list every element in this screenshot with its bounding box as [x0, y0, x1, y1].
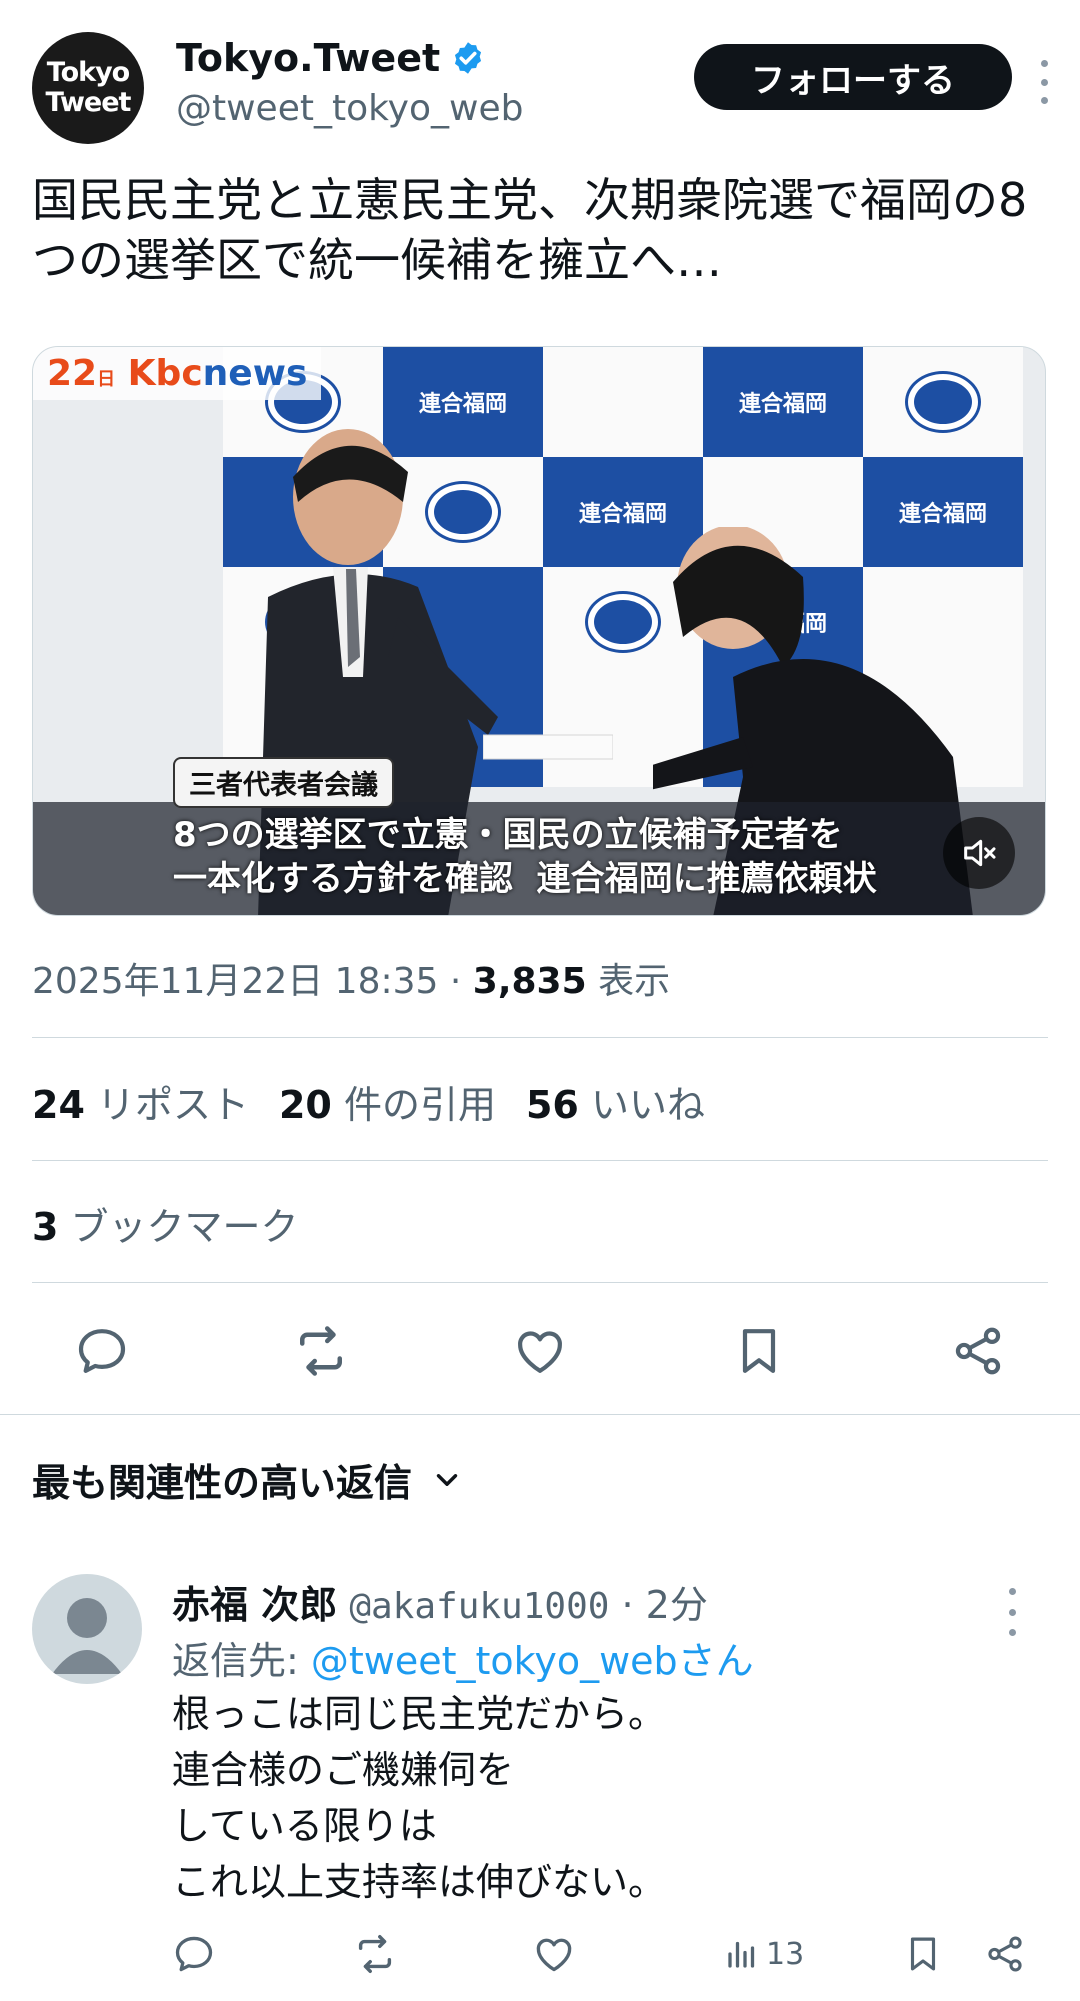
datetime: 2025年11月22日 18:35 · [32, 961, 473, 1002]
reposts-stat[interactable]: 24 リポスト [32, 1074, 249, 1129]
reply-header: 赤福 次郎 @akafuku1000 · 2分 [172, 1574, 708, 1629]
like-icon [518, 1331, 562, 1373]
author-name-text: Tokyo.Tweet [176, 36, 441, 80]
bookmarks-stat[interactable]: 3 ブックマーク [32, 1196, 299, 1251]
quotes-stat[interactable]: 20 件の引用 [279, 1074, 496, 1129]
reply-icon [175, 1936, 213, 1972]
reply-more-options-icon[interactable] [1000, 1582, 1024, 1642]
reply-views-button[interactable]: 13 [724, 1936, 804, 1972]
follow-button[interactable]: フォローする [694, 44, 1012, 110]
analytics-bars-icon [728, 1941, 755, 1968]
reply-author-name[interactable]: 赤福 次郎 [172, 1583, 337, 1627]
default-user-icon [52, 1598, 122, 1674]
likes-stat[interactable]: 56 いいね [526, 1074, 705, 1129]
verified-badge-icon [455, 42, 482, 74]
share-icon [955, 1327, 1001, 1375]
reply-to-line: 返信先: @tweet_tokyo_webさん [172, 1639, 754, 1683]
repost-icon [300, 1326, 342, 1376]
reply-to-link[interactable]: @tweet_tokyo_webさん [311, 1639, 754, 1683]
bookmark-icon [910, 1937, 936, 1971]
reply-repost-button[interactable] [352, 1931, 398, 1977]
caption-text: 8つの選挙区で立憲・国民の立候補予定者を 一本化する方針を確認 連合福岡に推薦依… [173, 815, 877, 899]
repost-icon [358, 1935, 392, 1973]
reply-bookmark-button[interactable] [902, 1933, 944, 1975]
divider [32, 1037, 1048, 1038]
author-handle[interactable]: @tweet_tokyo_web [176, 88, 523, 129]
author-name[interactable]: Tokyo.Tweet [176, 36, 486, 80]
views-label: 表示 [586, 961, 671, 1002]
replies-sort-dropdown[interactable]: 最も関連性の高い返信 [32, 1452, 464, 1507]
divider [32, 1282, 1048, 1283]
reply-reply-button[interactable] [172, 1932, 216, 1976]
avatar-logo-line2: Tweet [45, 87, 132, 118]
reply-icon [78, 1329, 126, 1373]
chevron-down-icon [436, 1473, 458, 1486]
repost-button[interactable] [291, 1321, 351, 1381]
backdrop-banner: 連合福岡 [703, 347, 863, 457]
replies-sort-label: 最も関連性の高い返信 [32, 1461, 413, 1505]
share-icon [988, 1936, 1022, 1972]
divider [32, 1160, 1048, 1161]
reply-avatar[interactable] [32, 1574, 142, 1684]
like-icon [536, 1938, 572, 1972]
reply-item[interactable]: 赤福 次郎 @akafuku1000 · 2分 返信先: @tweet_toky… [32, 1574, 1048, 1994]
rengo-logo-icon [588, 594, 658, 650]
share-button[interactable] [948, 1321, 1008, 1381]
speaker-muted-icon [964, 839, 996, 867]
document-envelope [483, 734, 613, 760]
reply-author-handle[interactable]: @akafuku1000 [349, 1586, 609, 1627]
bookmark-button[interactable] [729, 1321, 789, 1381]
reply-button[interactable] [72, 1321, 132, 1381]
kbc-news-logo: 22日 Kbcnews [33, 347, 322, 400]
caption-tag: 三者代表者会議 [175, 759, 392, 806]
tweet-header: Tokyo Tweet Tokyo.Tweet @tweet_tokyo_web… [32, 32, 1048, 144]
reply-time: · 2分 [609, 1583, 708, 1627]
author-avatar[interactable]: Tokyo Tweet [32, 32, 144, 144]
reply-actions: 13 [172, 1926, 1052, 1982]
like-button[interactable] [510, 1321, 570, 1381]
tweet-text: 国民民主党と立憲民主党、次期衆院選で福岡の8つの選挙区で統一候補を擁立へ… [32, 173, 1028, 287]
divider [0, 1414, 1080, 1415]
tweet-actions [72, 1316, 1008, 1386]
mute-button[interactable] [943, 817, 1015, 889]
bookmark-icon [742, 1329, 776, 1373]
reply-like-button[interactable] [532, 1932, 576, 1976]
tweet-timestamp: 2025年11月22日 18:35 · 3,835 表示 [32, 952, 670, 1004]
reply-views-count: 13 [766, 1936, 805, 1972]
rengo-logo-icon [908, 374, 978, 430]
avatar-logo-line1: Tokyo [46, 57, 130, 88]
reply-share-button[interactable] [984, 1933, 1026, 1975]
views-count: 3,835 [472, 961, 587, 1002]
engagement-stats: 24 リポスト 20 件の引用 56 いいね [32, 1074, 705, 1129]
reply-text: 根っこは同じ民主党だから。 連合様のご機嫌伺を している限りは これ以上支持率は… [172, 1692, 667, 1904]
tweet-media-video[interactable]: 連合福岡 連合福岡 連合福岡 連合福岡 連合福岡 22 [32, 346, 1046, 916]
more-options-icon[interactable] [1032, 52, 1056, 112]
